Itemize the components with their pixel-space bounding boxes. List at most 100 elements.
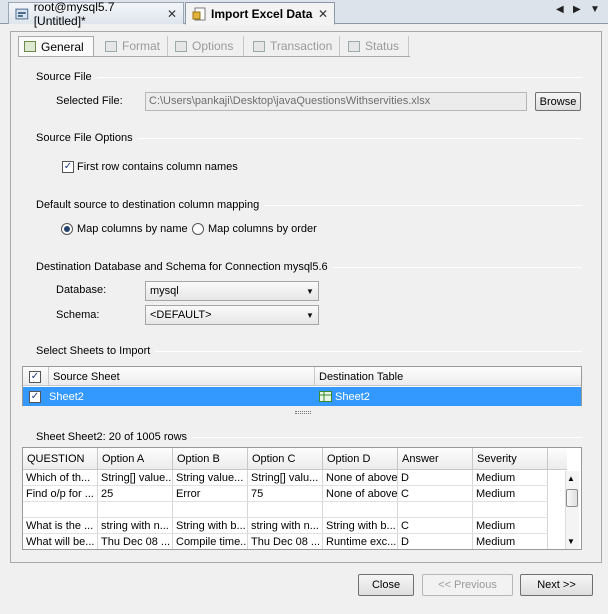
preview-cell[interactable]: C xyxy=(398,518,473,534)
preview-cell[interactable]: Which of th... xyxy=(23,470,98,486)
splitter-handle[interactable] xyxy=(295,411,311,414)
column-header[interactable]: Destination Table xyxy=(315,367,581,386)
browse-button[interactable]: Browse xyxy=(535,92,581,111)
map-by-name-radio[interactable] xyxy=(61,223,73,235)
format-tab-icon xyxy=(105,40,117,52)
preview-cell[interactable] xyxy=(23,502,98,518)
preview-cell[interactable] xyxy=(173,502,248,518)
section-title: Destination Database and Schema for Conn… xyxy=(36,261,328,273)
preview-cell[interactable] xyxy=(473,502,548,518)
source-sheet-cell[interactable]: Sheet2 xyxy=(45,387,311,406)
preview-cell[interactable]: string with n... xyxy=(98,518,173,534)
first-row-checkbox[interactable]: ✓ xyxy=(62,161,74,173)
preview-cell[interactable]: String with b... xyxy=(173,518,248,534)
editor-tab-untitled[interactable]: root@mysql5.7 [Untitled]* ✕ xyxy=(8,0,184,28)
section-select-sheets: Select Sheets to Import xyxy=(22,344,582,358)
preview-cell[interactable]: String with b... xyxy=(323,518,398,534)
preview-cell[interactable]: Thu Dec 08 ... xyxy=(248,534,323,549)
preview-cell[interactable]: What will be... xyxy=(23,534,98,549)
preview-cell[interactable]: Medium xyxy=(473,534,548,549)
section-title: Source File Options xyxy=(36,132,133,144)
preview-cell[interactable]: Thu Dec 08 ... xyxy=(98,534,173,549)
preview-cell[interactable] xyxy=(98,502,173,518)
status-tab-icon xyxy=(348,40,360,52)
tab-label: Options xyxy=(192,39,234,53)
preview-cell[interactable]: C xyxy=(398,486,473,502)
tab-format[interactable]: Format xyxy=(100,36,168,56)
tab-menu-icon[interactable]: ▼ xyxy=(590,4,600,15)
database-select[interactable]: mysql ▼ xyxy=(145,281,319,301)
scroll-right-icon[interactable]: ▶ xyxy=(573,4,581,15)
general-tab-icon xyxy=(24,41,36,52)
destination-table-cell[interactable]: Sheet2 xyxy=(315,387,581,406)
tab-transaction[interactable]: Transaction xyxy=(248,36,340,56)
close-button[interactable]: Close xyxy=(358,574,414,596)
preview-column-header[interactable]: Option B xyxy=(173,448,248,470)
preview-cell[interactable]: Medium xyxy=(473,518,548,534)
schema-value: <DEFAULT> xyxy=(150,309,212,321)
preview-cell[interactable]: String value... xyxy=(173,470,248,486)
preview-cell[interactable]: Find o/p for ... xyxy=(23,486,98,502)
import-icon xyxy=(192,7,206,20)
preview-cell[interactable]: String[] value... xyxy=(98,470,173,486)
preview-column-header[interactable]: Option A xyxy=(98,448,173,470)
schema-label: Schema: xyxy=(56,309,100,321)
tab-label: General xyxy=(41,39,84,54)
destination-table-name: Sheet2 xyxy=(335,390,370,403)
preview-cell[interactable]: Runtime exc... xyxy=(323,534,398,549)
preview-cell[interactable]: 25 xyxy=(98,486,173,502)
column-header[interactable]: Source Sheet xyxy=(49,367,315,386)
schema-select[interactable]: <DEFAULT> ▼ xyxy=(145,305,319,325)
selected-file-field[interactable]: C:\Users\pankaji\Desktop\javaQuestionsWi… xyxy=(145,92,527,111)
preview-cell[interactable]: None of above xyxy=(323,486,398,502)
sheet-checkbox[interactable]: ✓ xyxy=(29,390,41,403)
preview-cell[interactable]: string with n... xyxy=(248,518,323,534)
preview-cell[interactable] xyxy=(323,502,398,518)
preview-cell[interactable] xyxy=(248,502,323,518)
preview-cell[interactable]: String[] valu... xyxy=(248,470,323,486)
preview-column-header[interactable]: Option C xyxy=(248,448,323,470)
editor-tab-label: root@mysql5.7 [Untitled]* xyxy=(33,0,115,28)
select-all-checkbox[interactable]: ✓ xyxy=(29,370,41,383)
preview-cell[interactable]: D xyxy=(398,534,473,549)
sheets-header-row: ✓ Source Sheet Destination Table xyxy=(23,367,581,386)
map-by-name-label: Map columns by name xyxy=(77,223,188,235)
preview-cell[interactable]: Error xyxy=(173,486,248,502)
scroll-up-icon[interactable]: ▲ xyxy=(567,474,575,483)
scroll-down-icon[interactable]: ▼ xyxy=(567,537,575,546)
preview-cell[interactable] xyxy=(398,502,473,518)
section-title: Default source to destination column map… xyxy=(36,199,260,211)
preview-cell[interactable]: What is the ... xyxy=(23,518,98,534)
scroll-left-icon[interactable]: ◀ xyxy=(556,4,564,15)
preview-column-header[interactable]: Severity xyxy=(473,448,548,470)
database-label: Database: xyxy=(56,284,107,296)
preview-cell[interactable]: None of above xyxy=(323,470,398,486)
tab-general[interactable]: General xyxy=(18,36,94,56)
section-source-file: Source File xyxy=(22,70,582,84)
preview-column-header[interactable]: QUESTION xyxy=(23,448,98,470)
tab-status[interactable]: Status xyxy=(343,36,409,56)
preview-cell[interactable]: Medium xyxy=(473,470,548,486)
tab-label: Status xyxy=(365,39,400,53)
first-row-label: First row contains column names xyxy=(77,161,238,173)
preview-cell[interactable]: Medium xyxy=(473,486,548,502)
sheet-row[interactable]: ✓ Sheet2 Sheet2 xyxy=(23,387,581,406)
previous-button[interactable]: << Previous xyxy=(422,574,513,596)
tab-options[interactable]: Options xyxy=(170,36,244,56)
next-button[interactable]: Next >> xyxy=(520,574,593,596)
preview-cell[interactable]: D xyxy=(398,470,473,486)
preview-column-header[interactable]: Option D xyxy=(323,448,398,470)
close-icon[interactable]: ✕ xyxy=(318,7,328,21)
preview-column-header[interactable]: Answer xyxy=(398,448,473,470)
map-by-order-radio[interactable] xyxy=(192,223,204,235)
close-icon[interactable]: ✕ xyxy=(167,7,177,21)
sheets-table: ✓ Source Sheet Destination Table ✓ Sheet… xyxy=(22,366,582,406)
section-destination: Destination Database and Schema for Conn… xyxy=(22,260,582,274)
select-all-cell: ✓ xyxy=(25,367,49,386)
preview-grid: QUESTION Option A Option B Option C Option D… xyxy=(22,447,582,550)
editor-tab-import-excel[interactable]: Import Excel Data ✕ xyxy=(185,2,335,25)
preview-cell[interactable]: 75 xyxy=(248,486,323,502)
preview-cell[interactable]: Compile time... xyxy=(173,534,248,549)
scrollbar-thumb[interactable] xyxy=(566,489,578,507)
table-icon xyxy=(319,391,332,402)
